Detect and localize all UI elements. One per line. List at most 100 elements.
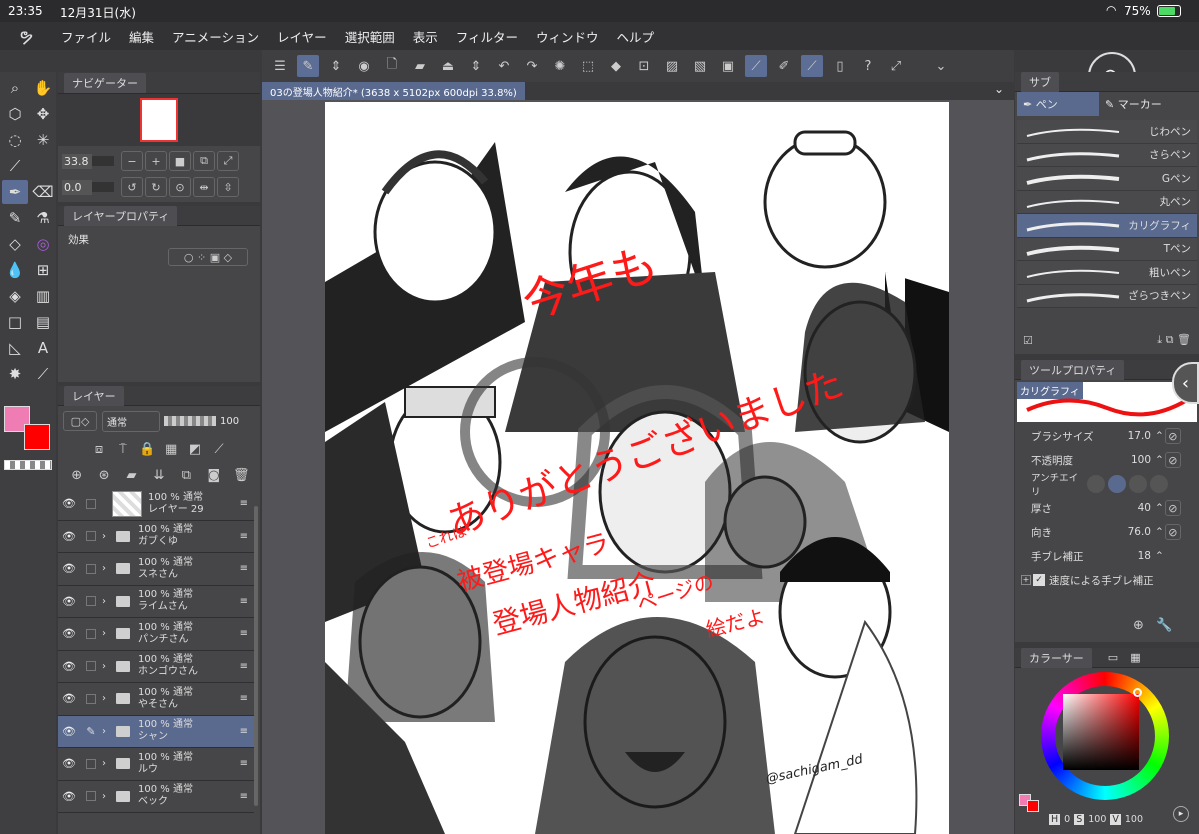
sv-square[interactable] bbox=[1063, 694, 1139, 770]
zoom-tool-icon[interactable]: ⌕ bbox=[2, 76, 28, 100]
layer-color-button[interactable]: ▢◇ bbox=[63, 411, 97, 431]
menu-layer[interactable]: レイヤー bbox=[268, 27, 336, 46]
invert-icon[interactable]: ▧ bbox=[689, 55, 711, 77]
layer-scrollbar[interactable] bbox=[254, 506, 258, 806]
menu-animation[interactable]: アニメーション bbox=[163, 27, 268, 46]
transform-icon[interactable]: ⊡ bbox=[633, 55, 655, 77]
layer-lock-checkbox[interactable] bbox=[86, 693, 96, 704]
thickness-dynamics-icon[interactable]: ⊘ bbox=[1164, 500, 1181, 516]
flip-icon[interactable]: ⧉ bbox=[193, 151, 215, 171]
brush-item[interactable]: カリグラフィ bbox=[1017, 214, 1197, 238]
layer-lock-checkbox[interactable] bbox=[86, 758, 96, 769]
artwork-canvas[interactable]: 今年も ありがとうございました これは 被登場キャラ 登場人物紹介 ページの 絵… bbox=[325, 102, 949, 834]
new-raster-layer-icon[interactable]: ⊕ bbox=[67, 464, 86, 486]
lock-icon[interactable]: 🔒 bbox=[139, 438, 155, 460]
layer-lock-checkbox[interactable] bbox=[86, 498, 96, 509]
visibility-eye-icon[interactable]: 👁 bbox=[58, 497, 80, 510]
zoom-in-icon[interactable]: + bbox=[145, 151, 167, 171]
clip-icon[interactable]: ⧈ bbox=[91, 438, 107, 460]
layer-row[interactable]: 👁 › 100 % 通常 スネさん ≡ bbox=[58, 553, 254, 586]
menu-view[interactable]: 表示 bbox=[404, 27, 447, 46]
visibility-eye-icon[interactable]: 👁 bbox=[58, 790, 80, 803]
ruler-tool-icon[interactable]: ◺ bbox=[2, 336, 28, 360]
menu-selection[interactable]: 選択範囲 bbox=[336, 27, 404, 46]
flip-h-icon[interactable]: ⇹ bbox=[193, 177, 215, 197]
blend-mode-select[interactable]: 通常 bbox=[102, 410, 160, 432]
save-icon[interactable]: ⏏ bbox=[437, 55, 459, 77]
import-icon[interactable]: ⤓ bbox=[1157, 333, 1162, 346]
expand-arrow-icon[interactable]: › bbox=[102, 596, 116, 607]
transfer-down-icon[interactable]: ⇊ bbox=[149, 464, 168, 486]
doc-tab[interactable]: 03の登場人物紹介* (3638 x 5102px 600dpi 33.8%) bbox=[262, 82, 525, 100]
new-vector-layer-icon[interactable]: ⊛ bbox=[94, 464, 113, 486]
layer-menu-icon[interactable]: ≡ bbox=[240, 758, 248, 769]
combine-icon[interactable]: ⧉ bbox=[177, 464, 196, 486]
layer-lock-checkbox[interactable] bbox=[86, 791, 96, 802]
layer-row[interactable]: 👁 100 % 通常 レイヤー 29 ≡ bbox=[58, 488, 254, 521]
loading-icon[interactable]: ✺ bbox=[549, 55, 571, 77]
text-tool-icon[interactable]: A bbox=[30, 336, 56, 360]
layer-lock-checkbox[interactable] bbox=[86, 628, 96, 639]
layer-menu-icon[interactable]: ≡ bbox=[240, 661, 248, 672]
layer-row[interactable]: 👁 › 100 % 通常 ガブくゆ ≡ bbox=[58, 521, 254, 553]
mask-enable-icon[interactable]: ◩ bbox=[187, 438, 203, 460]
visibility-eye-icon[interactable]: 👁 bbox=[58, 530, 80, 543]
flip-v-icon[interactable]: ⇳ bbox=[217, 177, 239, 197]
direction-value[interactable]: 76.0 bbox=[1121, 526, 1151, 538]
mask-icon[interactable]: ◙ bbox=[204, 464, 223, 486]
layer-row[interactable]: 👁 › 100 % 通常 ベック ≡ bbox=[58, 781, 254, 813]
hue-ring[interactable] bbox=[1041, 672, 1169, 800]
brush-item[interactable]: じわペン bbox=[1017, 120, 1197, 144]
layer-row[interactable]: 👁 › 100 % 通常 ルウ ≡ bbox=[58, 748, 254, 781]
opacity-value[interactable]: 100 bbox=[1121, 454, 1151, 466]
layer-menu-icon[interactable]: ≡ bbox=[240, 726, 248, 737]
updown-icon[interactable]: ⇕ bbox=[325, 55, 347, 77]
lock-transparent-icon[interactable]: ▦ bbox=[163, 438, 179, 460]
sub-color-mini[interactable] bbox=[1027, 800, 1039, 812]
select-all-icon[interactable]: ▨ bbox=[661, 55, 683, 77]
menu-file[interactable]: ファイル bbox=[52, 27, 120, 46]
menu-window[interactable]: ウィンドウ bbox=[527, 27, 608, 46]
doc-tab-chevron-icon[interactable]: ⌄ bbox=[994, 82, 1004, 96]
layer-row[interactable]: 👁 ✎ › 100 % 通常 シャン ≡ bbox=[58, 715, 254, 748]
layer-row[interactable]: 👁 › 100 % 通常 やそさん ≡ bbox=[58, 683, 254, 716]
visibility-eye-icon[interactable]: 👁 bbox=[58, 757, 80, 770]
expand-arrow-icon[interactable]: › bbox=[102, 563, 116, 574]
resize-icon[interactable]: ⤢ bbox=[885, 55, 907, 77]
reset-rotation-icon[interactable]: ⊙ bbox=[169, 177, 191, 197]
marker-group-tab[interactable]: ✎ マーカー bbox=[1099, 92, 1181, 116]
frame-tool-icon[interactable]: ▤ bbox=[30, 310, 56, 334]
expand-arrow-icon[interactable]: › bbox=[102, 758, 116, 769]
brush-item[interactable]: Tペン bbox=[1017, 237, 1197, 261]
help-icon[interactable]: ? bbox=[857, 55, 879, 77]
hamburger-icon[interactable]: ☰ bbox=[269, 55, 291, 77]
layer-menu-icon[interactable]: ≡ bbox=[240, 791, 248, 802]
spiral-tool-icon[interactable]: ◎ bbox=[30, 232, 56, 256]
rotate-left-icon[interactable]: ↺ bbox=[121, 177, 143, 197]
airbrush-tool-icon[interactable]: ⚗ bbox=[30, 206, 56, 230]
pen-group-tab[interactable]: ✒ ペン bbox=[1017, 92, 1099, 116]
layer-menu-icon[interactable]: ≡ bbox=[240, 563, 248, 574]
chevron-down-icon[interactable]: ⌄ bbox=[930, 55, 952, 77]
ruler-enable-icon[interactable]: ⟋ bbox=[211, 438, 227, 460]
layer-property-tab[interactable]: レイヤープロパティ bbox=[64, 205, 178, 226]
layer-opacity-value[interactable]: 100 bbox=[220, 416, 239, 427]
stabilization-value[interactable]: 18 bbox=[1121, 550, 1151, 562]
updown2-icon[interactable]: ⇕ bbox=[465, 55, 487, 77]
expand-arrow-icon[interactable]: › bbox=[102, 531, 116, 542]
layer-lock-checkbox[interactable] bbox=[86, 596, 96, 607]
dynamics-icon[interactable]: ⊘ bbox=[1164, 428, 1181, 444]
direction-dynamics-icon[interactable]: ⊘ bbox=[1164, 524, 1181, 540]
eraser2-tool-icon[interactable]: ◇ bbox=[2, 232, 28, 256]
phone-icon[interactable]: ▯ bbox=[829, 55, 851, 77]
expand-arrow-icon[interactable]: › bbox=[102, 693, 116, 704]
expand-arrow-icon[interactable]: › bbox=[102, 661, 116, 672]
expand-arrow-icon[interactable]: › bbox=[102, 628, 116, 639]
magic-wand-icon[interactable]: ✳ bbox=[30, 128, 56, 152]
visibility-eye-icon[interactable]: 👁 bbox=[58, 660, 80, 673]
opacity-dynamics-icon[interactable]: ⊘ bbox=[1164, 452, 1181, 468]
menu-edit[interactable]: 編集 bbox=[120, 27, 163, 46]
brush-item[interactable]: ざらつきペン bbox=[1017, 284, 1197, 308]
visibility-eye-icon[interactable]: 👁 bbox=[58, 627, 80, 640]
brush-item[interactable]: 丸ペン bbox=[1017, 190, 1197, 214]
